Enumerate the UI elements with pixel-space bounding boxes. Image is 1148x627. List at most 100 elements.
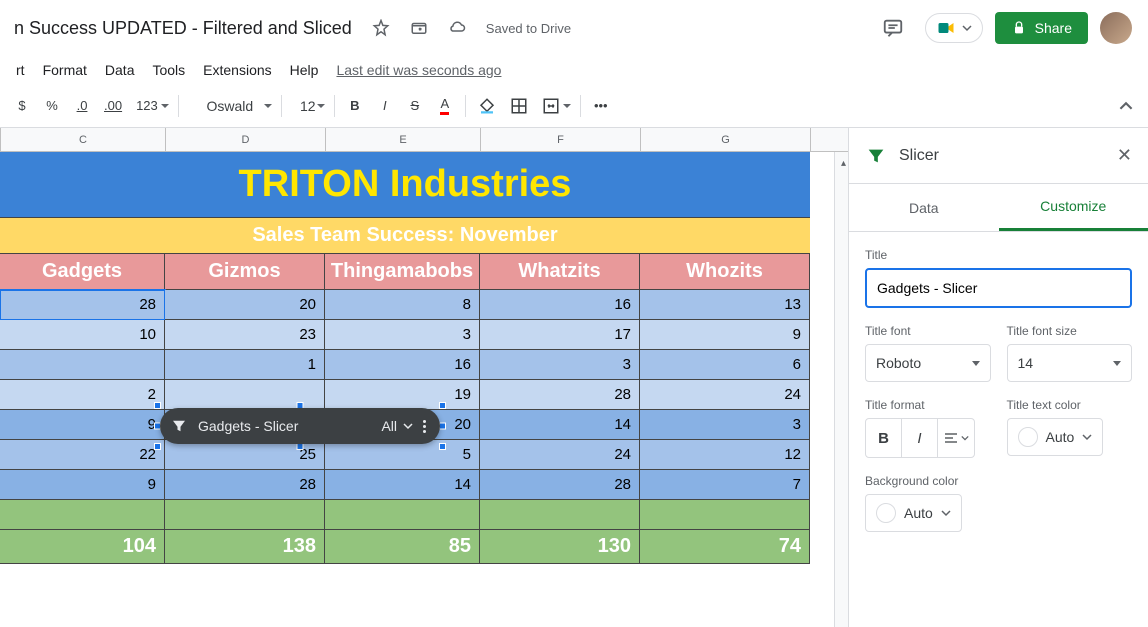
table-total[interactable]: 130 <box>480 530 640 564</box>
comments-icon[interactable] <box>873 8 913 48</box>
vertical-scrollbar[interactable]: ▴ <box>834 152 848 627</box>
meet-button[interactable] <box>925 13 983 43</box>
table-header[interactable]: Whozits <box>640 254 810 290</box>
slicer-chip[interactable]: Gadgets - Slicer All <box>160 408 440 444</box>
filter-icon <box>170 417 188 435</box>
strike-button[interactable]: S <box>401 92 429 120</box>
dec-decrease-button[interactable]: .0 <box>68 92 96 120</box>
more-button[interactable]: ••• <box>587 92 615 120</box>
column-header[interactable]: G <box>641 128 811 151</box>
star-icon[interactable] <box>366 14 396 42</box>
menubar: rt Format Data Tools Extensions Help Las… <box>0 56 1148 84</box>
table-cell[interactable]: 3 <box>640 410 810 440</box>
table-cell[interactable] <box>0 350 165 380</box>
table-cell[interactable]: 28 <box>480 380 640 410</box>
table-cell[interactable]: 9 <box>0 470 165 500</box>
menu-item-format[interactable]: Format <box>35 58 95 82</box>
table-total[interactable]: 74 <box>640 530 810 564</box>
table-total[interactable]: 104 <box>0 530 165 564</box>
italic-button[interactable]: I <box>371 92 399 120</box>
column-header[interactable]: D <box>166 128 326 151</box>
table-total[interactable]: 85 <box>325 530 480 564</box>
table-cell[interactable]: 28 <box>165 470 325 500</box>
table-cell[interactable]: 14 <box>480 410 640 440</box>
dec-increase-button[interactable]: .00 <box>98 92 128 120</box>
bg-color-select[interactable]: Auto <box>865 494 962 532</box>
collapse-toolbar-icon[interactable] <box>1112 92 1140 120</box>
table-total[interactable]: 138 <box>165 530 325 564</box>
menu-item[interactable]: rt <box>8 58 33 82</box>
merge-button[interactable] <box>536 92 574 120</box>
more-vert-icon[interactable] <box>419 420 430 433</box>
text-color-button[interactable]: A <box>431 92 459 120</box>
table-header[interactable]: Thingamabobs <box>325 254 480 290</box>
more-formats-button[interactable]: 123 <box>130 92 172 120</box>
table-cell[interactable]: 3 <box>325 320 480 350</box>
font-size-select[interactable]: 12 <box>288 92 328 120</box>
table-cell[interactable]: 9 <box>0 410 165 440</box>
table-cell[interactable]: 28 <box>480 470 640 500</box>
column-header[interactable]: F <box>481 128 641 151</box>
menu-item-data[interactable]: Data <box>97 58 143 82</box>
table-cell[interactable]: 7 <box>640 470 810 500</box>
percent-button[interactable]: % <box>38 92 66 120</box>
title-italic-button[interactable]: I <box>902 419 938 457</box>
table-cell[interactable]: 20 <box>165 290 325 320</box>
table-cell[interactable]: 24 <box>480 440 640 470</box>
currency-button[interactable]: $ <box>8 92 36 120</box>
menu-item-tools[interactable]: Tools <box>144 58 193 82</box>
table-cell[interactable]: 23 <box>165 320 325 350</box>
chevron-down-icon <box>403 421 413 431</box>
table-cell[interactable]: 17 <box>480 320 640 350</box>
fill-color-button[interactable] <box>472 92 502 120</box>
cloud-icon[interactable] <box>442 14 472 42</box>
title-font-select[interactable]: Roboto <box>865 344 991 382</box>
menu-item-extensions[interactable]: Extensions <box>195 58 279 82</box>
table-cell[interactable]: 8 <box>325 290 480 320</box>
table-header[interactable]: Gadgets <box>0 254 165 290</box>
table-cell[interactable]: 1 <box>165 350 325 380</box>
slicer-chip-filter[interactable]: All <box>381 418 397 434</box>
last-edit-link[interactable]: Last edit was seconds ago <box>328 58 509 82</box>
text-color-label: Title text color <box>1007 398 1133 412</box>
share-button[interactable]: Share <box>995 12 1088 44</box>
table-cell[interactable]: 14 <box>325 470 480 500</box>
avatar[interactable] <box>1100 12 1132 44</box>
table-cell[interactable]: 2 <box>0 380 165 410</box>
move-icon[interactable] <box>404 14 434 42</box>
table-cell[interactable]: 10 <box>0 320 165 350</box>
table-cell[interactable]: 24 <box>640 380 810 410</box>
column-header[interactable]: C <box>1 128 166 151</box>
toolbar: $ % .0 .00 123 Oswald 12 B I S A ••• <box>0 84 1148 128</box>
table-cell[interactable]: 22 <box>0 440 165 470</box>
table-header[interactable]: Gizmos <box>165 254 325 290</box>
tab-data[interactable]: Data <box>849 184 999 231</box>
sheet[interactable]: CDEFG TRITON IndustriesSales Team Succes… <box>0 128 848 627</box>
table-cell[interactable]: 3 <box>480 350 640 380</box>
title-text-color-select[interactable]: Auto <box>1007 418 1104 456</box>
title-size-select[interactable]: 14 <box>1007 344 1133 382</box>
title-bold-button[interactable]: B <box>866 419 902 457</box>
document-title[interactable]: n Success UPDATED - Filtered and Sliced <box>8 16 358 41</box>
slicer-title-input[interactable] <box>865 268 1132 308</box>
table-cell[interactable]: 6 <box>640 350 810 380</box>
filter-icon <box>865 145 887 167</box>
table-header[interactable]: Whatzits <box>480 254 640 290</box>
subtitle: Sales Team Success: November <box>252 224 557 247</box>
menu-item-help[interactable]: Help <box>282 58 327 82</box>
slicer-chip-label: Gadgets - Slicer <box>198 418 298 434</box>
close-icon[interactable]: ✕ <box>1117 145 1132 166</box>
column-header[interactable]: E <box>326 128 481 151</box>
table-cell[interactable]: 9 <box>640 320 810 350</box>
borders-button[interactable] <box>504 92 534 120</box>
table-cell[interactable]: 16 <box>480 290 640 320</box>
format-label: Title format <box>865 398 991 412</box>
title-align-button[interactable] <box>938 419 974 457</box>
table-cell[interactable]: 16 <box>325 350 480 380</box>
table-cell[interactable]: 13 <box>640 290 810 320</box>
font-select[interactable]: Oswald <box>185 92 275 120</box>
table-cell[interactable]: 12 <box>640 440 810 470</box>
table-cell[interactable]: 28 <box>0 290 165 320</box>
tab-customize[interactable]: Customize <box>999 184 1148 231</box>
bold-button[interactable]: B <box>341 92 369 120</box>
